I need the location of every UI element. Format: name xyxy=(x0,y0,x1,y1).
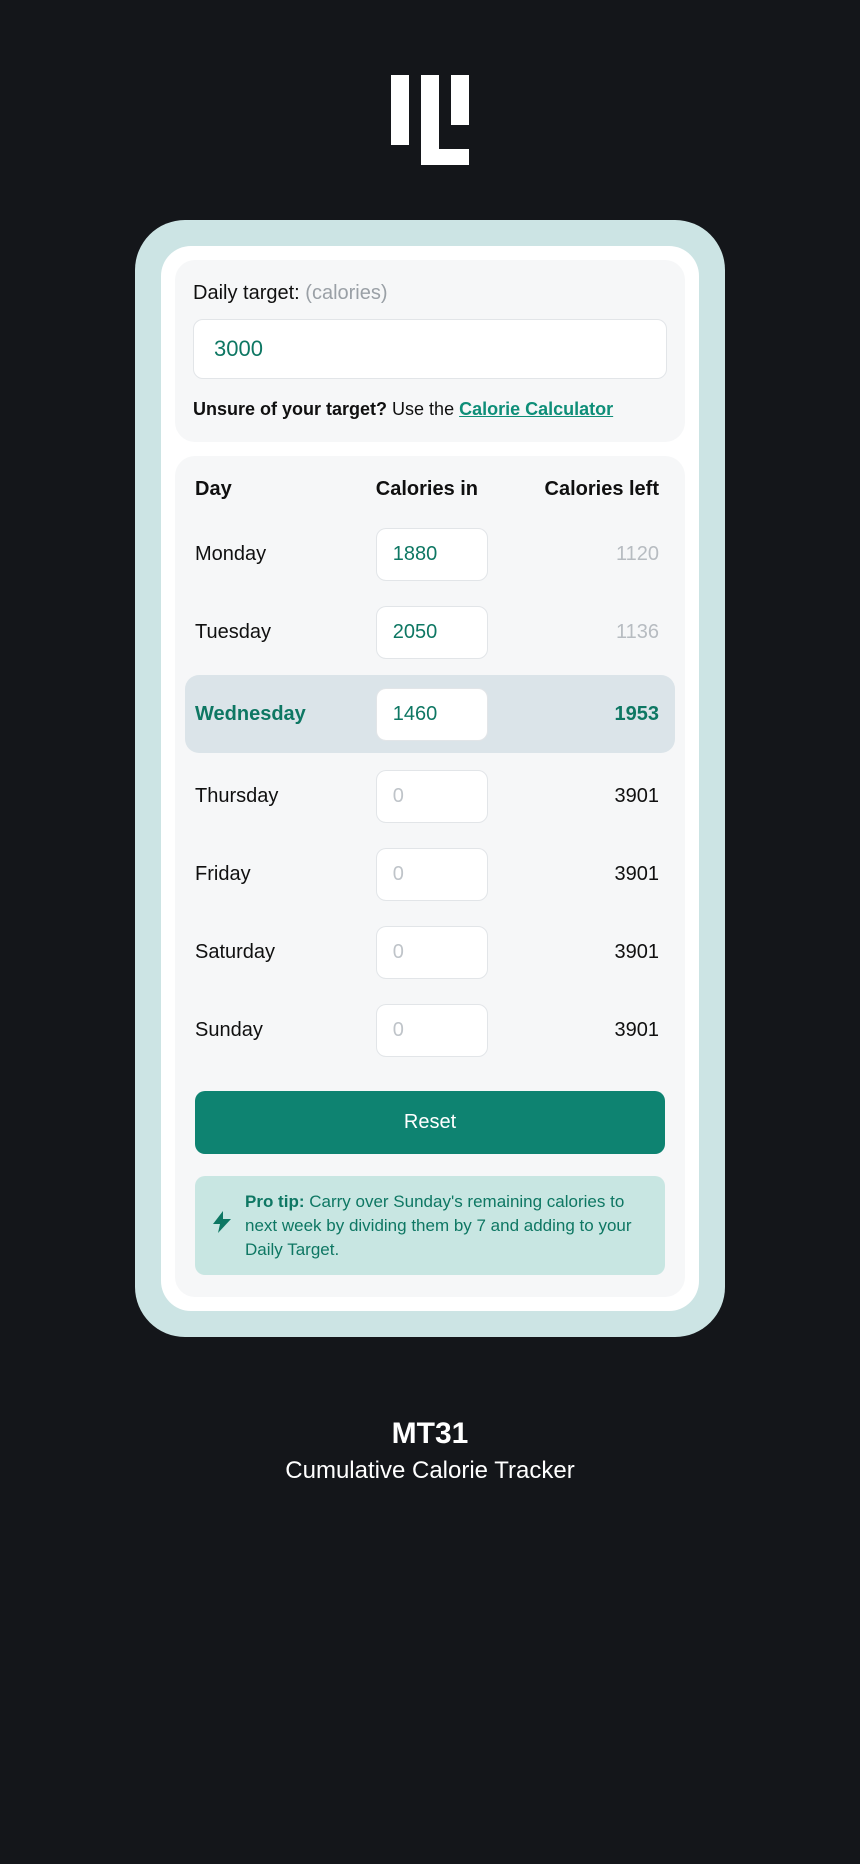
calories-left-value: 1953 xyxy=(520,703,665,726)
target-hint-rest: Use the xyxy=(392,399,454,419)
footer: MT31 Cumulative Calorie Tracker xyxy=(285,1417,574,1485)
table-row: Sunday 3901 xyxy=(175,991,685,1069)
calorie-calculator-link[interactable]: Calorie Calculator xyxy=(459,399,613,419)
calories-left-value: 3901 xyxy=(520,863,665,886)
footer-subtitle: Cumulative Calorie Tracker xyxy=(285,1457,574,1485)
app-logo xyxy=(387,75,473,165)
calories-in-input[interactable] xyxy=(376,606,488,659)
calories-left-value: 1136 xyxy=(520,621,665,644)
reset-button[interactable]: Reset xyxy=(195,1091,665,1154)
calories-left-value: 3901 xyxy=(520,941,665,964)
calories-in-input[interactable] xyxy=(376,770,488,823)
calories-left-value: 1120 xyxy=(520,543,665,566)
day-label: Tuesday xyxy=(195,621,376,644)
app-screen: Daily target: (calories) Unsure of your … xyxy=(161,246,699,1311)
day-label: Wednesday xyxy=(195,703,376,726)
col-calories-left: Calories left xyxy=(520,478,665,501)
week-card: Day Calories in Calories left Monday 1120… xyxy=(175,456,685,1297)
target-hint-bold: Unsure of your target? xyxy=(193,399,387,419)
calories-in-input[interactable] xyxy=(376,688,488,741)
calories-in-input[interactable] xyxy=(376,1004,488,1057)
table-row: Thursday 3901 xyxy=(175,757,685,835)
table-row: Saturday 3901 xyxy=(175,913,685,991)
day-label: Sunday xyxy=(195,1019,376,1042)
day-label: Saturday xyxy=(195,941,376,964)
daily-target-label-text: Daily target: xyxy=(193,282,300,304)
footer-title: MT31 xyxy=(285,1417,574,1451)
day-label: Monday xyxy=(195,543,376,566)
target-hint: Unsure of your target? Use the Calorie C… xyxy=(193,399,667,420)
phone-frame: Daily target: (calories) Unsure of your … xyxy=(135,220,725,1337)
calories-in-input[interactable] xyxy=(376,848,488,901)
table-row: Wednesday 1953 xyxy=(185,675,675,753)
calories-in-input[interactable] xyxy=(376,926,488,979)
pro-tip-bold: Pro tip: xyxy=(245,1192,305,1211)
table-row: Monday 1120 xyxy=(175,515,685,593)
col-day: Day xyxy=(195,478,376,501)
day-label: Thursday xyxy=(195,785,376,808)
col-calories-in: Calories in xyxy=(376,478,521,501)
daily-target-unit: (calories) xyxy=(305,282,387,304)
pro-tip-text: Pro tip: Carry over Sunday's remaining c… xyxy=(245,1190,647,1261)
daily-target-input[interactable] xyxy=(193,319,667,379)
calories-left-value: 3901 xyxy=(520,785,665,808)
table-row: Friday 3901 xyxy=(175,835,685,913)
calories-in-input[interactable] xyxy=(376,528,488,581)
table-row: Tuesday 1136 xyxy=(175,593,685,671)
table-header: Day Calories in Calories left xyxy=(175,478,685,501)
bolt-icon xyxy=(213,1211,231,1240)
day-label: Friday xyxy=(195,863,376,886)
calories-left-value: 3901 xyxy=(520,1019,665,1042)
daily-target-label: Daily target: (calories) xyxy=(193,282,667,305)
daily-target-card: Daily target: (calories) Unsure of your … xyxy=(175,260,685,442)
pro-tip-box: Pro tip: Carry over Sunday's remaining c… xyxy=(195,1176,665,1275)
